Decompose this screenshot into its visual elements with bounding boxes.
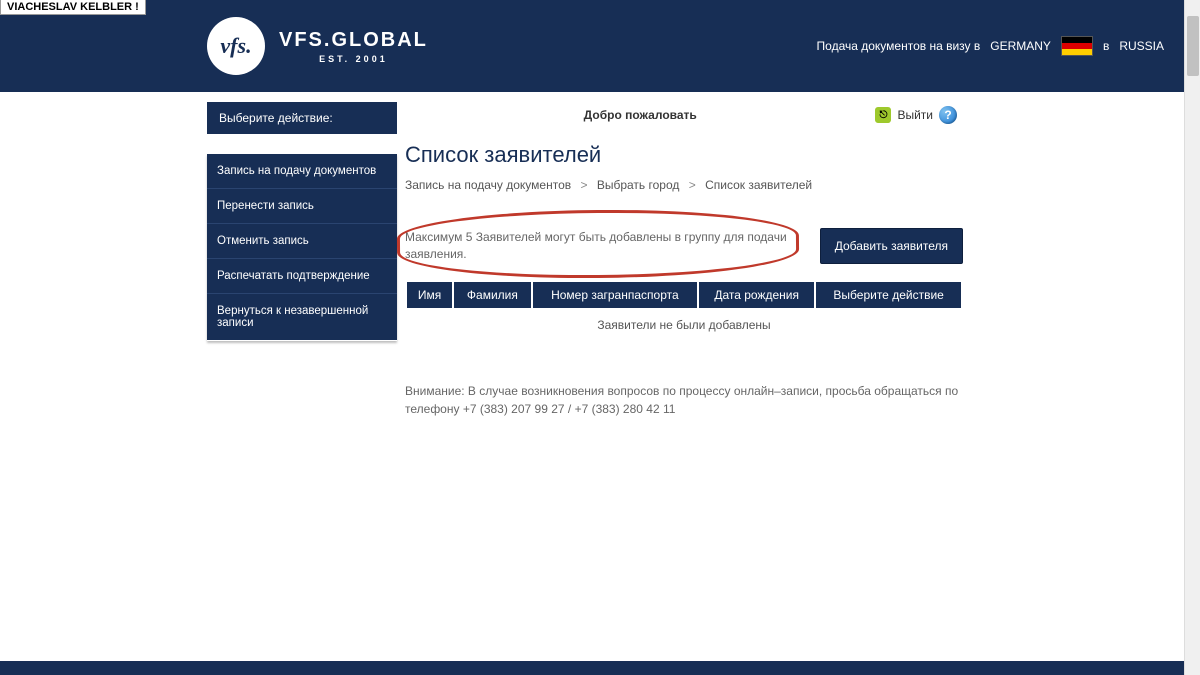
src-country: RUSSIA <box>1119 39 1164 53</box>
welcome-text: Добро пожаловать <box>405 108 875 122</box>
notice-row: Максимум 5 Заявителей могут быть добавле… <box>405 228 963 264</box>
logout-link[interactable]: Выйти <box>897 108 933 122</box>
breadcrumb-step-3: Список заявителей <box>705 178 812 192</box>
th-passport: Номер загранпаспорта <box>533 282 697 308</box>
add-applicant-button[interactable]: Добавить заявителя <box>820 228 963 264</box>
germany-flag-icon <box>1061 36 1093 56</box>
sidebar-item-reschedule[interactable]: Перенести запись <box>207 189 397 224</box>
breadcrumb-sep: > <box>580 178 587 192</box>
help-icon[interactable]: ? <box>939 106 957 124</box>
th-dob: Дата рождения <box>699 282 814 308</box>
dest-country: GERMANY <box>990 39 1051 53</box>
sidebar-item-cancel[interactable]: Отменить запись <box>207 224 397 259</box>
breadcrumb-sep: > <box>689 178 696 192</box>
sidebar-item-schedule[interactable]: Запись на подачу документов <box>207 154 397 189</box>
page-title: Список заявителей <box>405 134 963 178</box>
scrollbar-thumb[interactable] <box>1187 16 1199 76</box>
th-action: Выберите действие <box>816 282 961 308</box>
table-empty-row: Заявители не были добавлены <box>407 310 961 340</box>
main-content: Добро пожаловать ⎋ Выйти ? Список заявит… <box>405 102 971 418</box>
site-header: vfs. VFS.GLOBAL EST. 2001 Подача докумен… <box>0 0 1184 92</box>
vertical-scrollbar[interactable] <box>1184 0 1200 675</box>
logo[interactable]: vfs. VFS.GLOBAL EST. 2001 <box>207 17 428 75</box>
breadcrumb-step-1[interactable]: Запись на подачу документов <box>405 178 571 192</box>
th-last-name: Фамилия <box>454 282 531 308</box>
brand-name: VFS.GLOBAL <box>279 29 428 52</box>
breadcrumb-step-2[interactable]: Выбрать город <box>597 178 680 192</box>
tagline-prefix: Подача документов на визу в <box>817 39 981 53</box>
logo-icon: vfs. <box>207 17 265 75</box>
header-tagline: Подача документов на визу в GERMANY в RU… <box>817 36 1164 56</box>
logo-script: vfs. <box>220 33 251 59</box>
breadcrumb: Запись на подачу документов > Выбрать го… <box>405 178 963 208</box>
applicants-table: Имя Фамилия Номер загранпаспорта Дата ро… <box>405 280 963 342</box>
sidebar-item-print[interactable]: Распечатать подтверждение <box>207 259 397 294</box>
brand-est: EST. 2001 <box>279 54 428 64</box>
browser-tab-title: VIACHESLAV KELBLER ! <box>0 0 146 15</box>
sidebar-item-resume[interactable]: Вернуться к незавершенной записи <box>207 294 397 340</box>
logout-icon[interactable]: ⎋ <box>875 107 891 123</box>
sidebar-header: Выберите действие: <box>207 102 397 134</box>
th-first-name: Имя <box>407 282 452 308</box>
topbar: Добро пожаловать ⎋ Выйти ? <box>405 102 963 134</box>
footer-bar <box>0 661 1184 675</box>
logo-text: VFS.GLOBAL EST. 2001 <box>279 29 428 64</box>
max-applicants-notice: Максимум 5 Заявителей могут быть добавле… <box>405 229 808 263</box>
tagline-suffix: в <box>1103 39 1109 53</box>
attention-text: Внимание: В случае возникновения вопросо… <box>405 382 963 418</box>
sidebar: Выберите действие: Запись на подачу доку… <box>207 102 397 418</box>
